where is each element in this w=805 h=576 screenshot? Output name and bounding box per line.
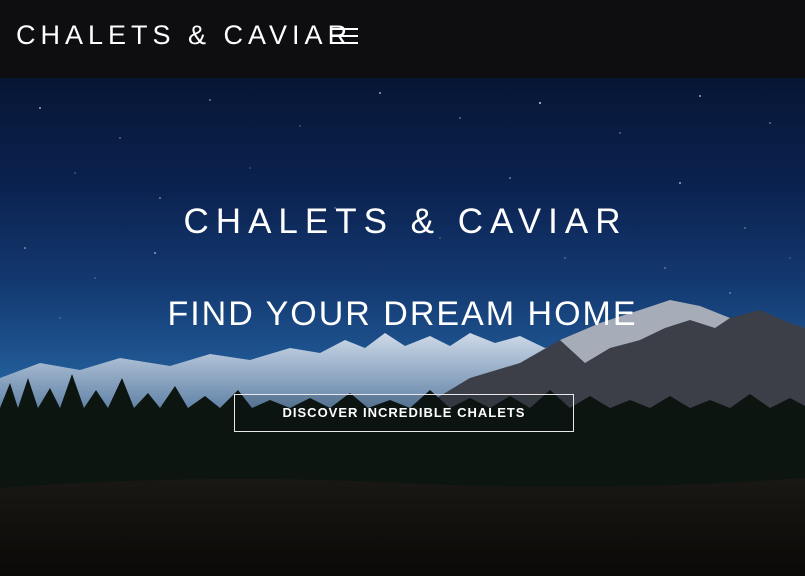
menu-line [331,35,358,37]
menu-line [331,42,358,44]
hero-section: CHALETS & CAVIAR FIND YOUR DREAM HOME DI… [0,78,805,576]
hero-title: CHALETS & CAVIAR [183,202,628,241]
page: CHALETS & CAVIAR CHALETS & CAVIAR FIND Y… [0,0,805,576]
hero-subtitle: FIND YOUR DREAM HOME [167,295,638,333]
menu-line [331,28,358,30]
discover-chalets-button[interactable]: DISCOVER INCREDIBLE CHALETS [234,394,574,432]
hamburger-menu-icon[interactable] [329,24,361,48]
foreground-meadow [0,478,805,576]
brand-logo-text[interactable]: CHALETS & CAVIAR [16,18,352,52]
top-navigation-bar: CHALETS & CAVIAR [0,0,805,78]
